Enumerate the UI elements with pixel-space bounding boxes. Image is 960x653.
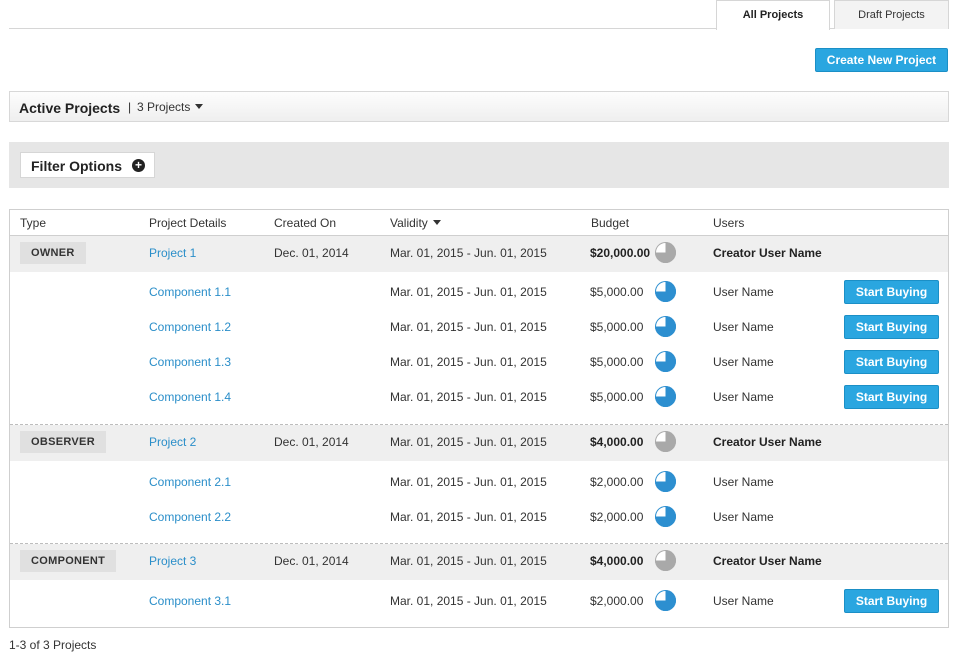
budget: $5,000.00: [590, 390, 644, 404]
projects-table: Type Project Details Created On Validity…: [9, 209, 949, 628]
pie-chart-icon: [655, 281, 676, 302]
user-name: User Name: [713, 390, 774, 404]
budget: $4,000.00: [590, 554, 644, 568]
component-link[interactable]: Component 3.1: [149, 594, 231, 608]
filter-bar: Filter Options +: [9, 142, 949, 188]
user-name: User Name: [713, 510, 774, 524]
validity: Mar. 01, 2015 - Jun. 01, 2015: [390, 510, 547, 524]
header-validity-sort[interactable]: Validity: [390, 216, 441, 230]
budget: $2,000.00: [590, 510, 644, 524]
validity: Mar. 01, 2015 - Jun. 01, 2015: [390, 320, 547, 334]
validity: Mar. 01, 2015 - Jun. 01, 2015: [390, 355, 547, 369]
user-name: Creator User Name: [713, 435, 822, 449]
component-link[interactable]: Component 2.1: [149, 475, 231, 489]
header-validity: Validity: [390, 216, 428, 230]
type-badge: OWNER: [20, 242, 86, 264]
project-count-label: 3 Projects: [137, 100, 191, 114]
start-buying-button[interactable]: Start Buying: [844, 350, 939, 374]
validity: Mar. 01, 2015 - Jun. 01, 2015: [390, 246, 547, 260]
user-name: User Name: [713, 320, 774, 334]
pie-chart-icon: [655, 386, 676, 407]
project-link[interactable]: Project 1: [149, 246, 196, 260]
component-row: Component 3.1 Mar. 01, 2015 - Jun. 01, 2…: [10, 584, 948, 619]
user-name: User Name: [713, 355, 774, 369]
pie-chart-icon: [655, 471, 676, 492]
type-badge: OBSERVER: [20, 431, 106, 453]
validity: Mar. 01, 2015 - Jun. 01, 2015: [390, 390, 547, 404]
created-on: Dec. 01, 2014: [274, 246, 349, 260]
budget: $4,000.00: [590, 435, 644, 449]
start-buying-button[interactable]: Start Buying: [844, 385, 939, 409]
start-buying-button[interactable]: Start Buying: [844, 280, 939, 304]
active-projects-bar: Active Projects | 3 Projects: [9, 91, 949, 122]
user-name: Creator User Name: [713, 554, 822, 568]
pie-chart-icon: [655, 431, 676, 452]
table-header: Type Project Details Created On Validity…: [10, 210, 948, 236]
component-row: Component 1.2 Mar. 01, 2015 - Jun. 01, 2…: [10, 310, 948, 345]
pie-chart-icon: [655, 351, 676, 372]
start-buying-button[interactable]: Start Buying: [844, 315, 939, 339]
budget: $2,000.00: [590, 594, 644, 608]
header-type: Type: [20, 216, 47, 230]
header-budget: Budget: [591, 216, 630, 230]
active-projects-title: Active Projects: [19, 100, 121, 116]
budget: $5,000.00: [590, 320, 644, 334]
budget: $5,000.00: [590, 355, 644, 369]
component-row: Component 1.3 Mar. 01, 2015 - Jun. 01, 2…: [10, 345, 948, 380]
tab-draft-projects[interactable]: Draft Projects: [834, 0, 949, 29]
caret-down-icon: [195, 104, 204, 110]
pie-chart-icon: [655, 316, 676, 337]
validity: Mar. 01, 2015 - Jun. 01, 2015: [390, 554, 547, 568]
header-created-on: Created On: [274, 216, 337, 230]
component-link[interactable]: Component 1.3: [149, 355, 231, 369]
pagination-summary: 1-3 of 3 Projects: [9, 638, 97, 652]
validity: Mar. 01, 2015 - Jun. 01, 2015: [390, 594, 547, 608]
project-link[interactable]: Project 2: [149, 435, 196, 449]
header-project-details: Project Details: [149, 216, 227, 230]
component-link[interactable]: Component 1.1: [149, 285, 231, 299]
validity: Mar. 01, 2015 - Jun. 01, 2015: [390, 475, 547, 489]
component-link[interactable]: Component 2.2: [149, 510, 231, 524]
header-users: Users: [713, 216, 745, 230]
pie-chart-icon: [655, 506, 676, 527]
component-row: Component 2.2 Mar. 01, 2015 - Jun. 01, 2…: [10, 500, 948, 535]
created-on: Dec. 01, 2014: [274, 554, 349, 568]
user-name: User Name: [713, 285, 774, 299]
user-name: Creator User Name: [713, 246, 822, 260]
pie-chart-icon: [655, 550, 676, 571]
start-buying-button[interactable]: Start Buying: [844, 589, 939, 613]
active-projects-separator: |: [128, 100, 132, 114]
budget: $5,000.00: [590, 285, 644, 299]
component-row: Component 1.4 Mar. 01, 2015 - Jun. 01, 2…: [10, 380, 948, 415]
caret-down-icon: [432, 220, 441, 226]
filter-options-button[interactable]: Filter Options +: [20, 152, 155, 178]
created-on: Dec. 01, 2014: [274, 435, 349, 449]
budget: $2,000.00: [590, 475, 644, 489]
component-link[interactable]: Component 1.2: [149, 320, 231, 334]
pie-chart-icon: [655, 242, 676, 263]
pie-chart-icon: [655, 590, 676, 611]
plus-circle-icon: +: [132, 159, 145, 172]
type-badge: COMPONENT: [20, 550, 117, 572]
project-row: OBSERVER Project 2 Dec. 01, 2014 Mar. 01…: [10, 425, 948, 461]
project-count-dropdown[interactable]: 3 Projects: [137, 100, 204, 114]
validity: Mar. 01, 2015 - Jun. 01, 2015: [390, 285, 547, 299]
budget: $20,000.00: [590, 246, 651, 260]
component-row: Component 2.1 Mar. 01, 2015 - Jun. 01, 2…: [10, 465, 948, 500]
validity: Mar. 01, 2015 - Jun. 01, 2015: [390, 435, 547, 449]
project-row: COMPONENT Project 3 Dec. 01, 2014 Mar. 0…: [10, 544, 948, 580]
project-link[interactable]: Project 3: [149, 554, 196, 568]
user-name: User Name: [713, 475, 774, 489]
user-name: User Name: [713, 594, 774, 608]
filter-options-label: Filter Options: [31, 158, 122, 174]
component-link[interactable]: Component 1.4: [149, 390, 231, 404]
project-row: OWNER Project 1 Dec. 01, 2014 Mar. 01, 2…: [10, 236, 948, 272]
component-row: Component 1.1 Mar. 01, 2015 - Jun. 01, 2…: [10, 275, 948, 310]
create-new-project-button[interactable]: Create New Project: [815, 48, 948, 72]
tab-all-projects[interactable]: All Projects: [716, 0, 830, 30]
